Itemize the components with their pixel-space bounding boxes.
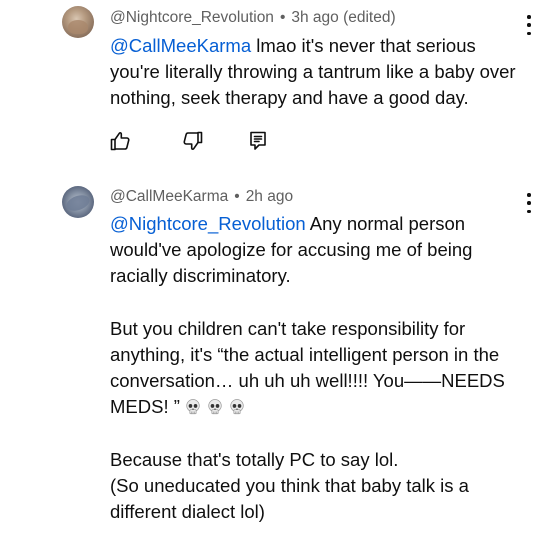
more-options-icon[interactable]: [522, 15, 536, 35]
meta-separator: •: [279, 9, 286, 26]
comment-text: Because that's totally PC to say lol.: [110, 448, 399, 470]
thumbs-down-icon[interactable]: [181, 129, 205, 153]
more-options-icon[interactable]: [522, 193, 536, 213]
thumbs-up-icon[interactable]: [108, 129, 132, 153]
skull-emoji-icon: [184, 398, 202, 416]
comment-body: @CallMeeKarma lmao it's never that serio…: [110, 33, 530, 112]
skull-emoji-icon: [228, 398, 246, 416]
timestamp: 3h ago (edited): [291, 9, 396, 26]
comment-text: But you children can't take responsibili…: [110, 317, 505, 418]
skull-emoji-icon: [206, 398, 224, 416]
comment-text: (So uneducated you think that baby talk …: [110, 475, 469, 523]
comment-body: @Nightcore_Revolution Any normal person …: [110, 211, 530, 525]
meta-separator: •: [234, 188, 240, 205]
username[interactable]: @Nightcore_Revolution: [110, 9, 274, 26]
avatar[interactable]: [62, 186, 94, 218]
timestamp: 2h ago: [245, 188, 294, 205]
mention-link[interactable]: @Nightcore_Revolution: [110, 213, 306, 234]
reply-icon[interactable]: [246, 129, 270, 153]
username[interactable]: @CallMeeKarma: [110, 188, 228, 205]
comment-meta: @Nightcore_Revolution • 3h ago (edited): [110, 9, 396, 27]
comment-meta: @CallMeeKarma • 2h ago: [110, 188, 293, 206]
avatar[interactable]: [62, 6, 94, 38]
mention-link[interactable]: @CallMeeKarma: [110, 35, 251, 56]
